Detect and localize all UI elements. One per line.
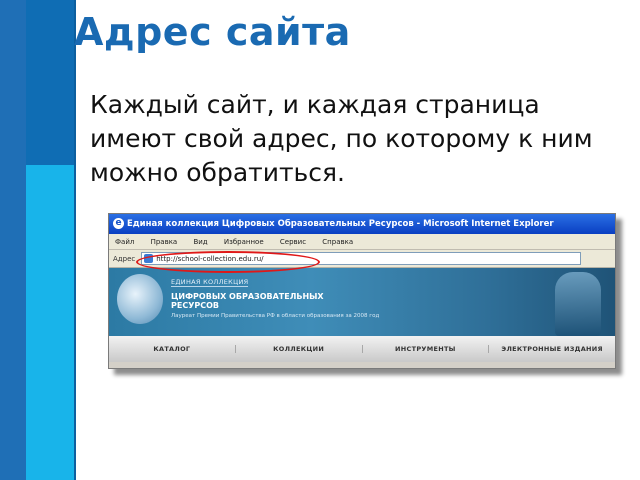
nav-collections[interactable]: КОЛЛЕКЦИИ bbox=[236, 345, 363, 353]
banner-collection-name: ЦИФРОВЫХ ОБРАЗОВАТЕЛЬНЫХ РЕСУРСОВ bbox=[171, 292, 324, 310]
slide-title: Адрес сайта bbox=[74, 10, 351, 54]
banner-collection-label: ЕДИНАЯ КОЛЛЕКЦИЯ bbox=[171, 278, 249, 287]
menu-item-favorites[interactable]: Избранное bbox=[224, 238, 264, 246]
nav-catalog[interactable]: КАТАЛОГ bbox=[109, 345, 236, 353]
browser-titlebar: e Единая коллекция Цифровых Образователь… bbox=[109, 214, 615, 234]
menu-item-help[interactable]: Справка bbox=[322, 238, 353, 246]
site-logo-icon bbox=[117, 274, 163, 324]
browser-menubar: Файл Правка Вид Избранное Сервис Справка bbox=[109, 234, 615, 250]
browser-window-title: Единая коллекция Цифровых Образовательны… bbox=[127, 219, 554, 229]
banner-person-image bbox=[555, 272, 601, 336]
left-bar-edge bbox=[74, 0, 76, 480]
nav-tools[interactable]: ИНСТРУМЕНТЫ bbox=[363, 345, 490, 353]
menu-item-tools[interactable]: Сервис bbox=[280, 238, 306, 246]
menu-item-edit[interactable]: Правка bbox=[151, 238, 178, 246]
slide-body-text: Каждый сайт, и каждая страница имеют сво… bbox=[90, 90, 593, 187]
menu-item-view[interactable]: Вид bbox=[193, 238, 207, 246]
nav-e-publications[interactable]: ЭЛЕКТРОННЫЕ ИЗДАНИЯ bbox=[489, 345, 615, 353]
site-navbar: КАТАЛОГ КОЛЛЕКЦИИ ИНСТРУМЕНТЫ ЭЛЕКТРОННЫ… bbox=[109, 336, 615, 362]
left-dark-bar bbox=[0, 0, 26, 480]
menu-item-file[interactable]: Файл bbox=[115, 238, 134, 246]
address-highlight-ellipse bbox=[136, 251, 320, 273]
site-banner: ЕДИНАЯ КОЛЛЕКЦИЯ ЦИФРОВЫХ ОБРАЗОВАТЕЛЬНЫ… bbox=[109, 268, 615, 336]
left-accent-bar bbox=[26, 0, 74, 165]
browser-screenshot: e Единая коллекция Цифровых Образователь… bbox=[108, 213, 616, 369]
address-label: Адрес bbox=[113, 254, 136, 263]
internet-explorer-icon: e bbox=[113, 218, 124, 229]
banner-award-note: Лауреат Премии Правительства РФ в област… bbox=[171, 313, 380, 319]
